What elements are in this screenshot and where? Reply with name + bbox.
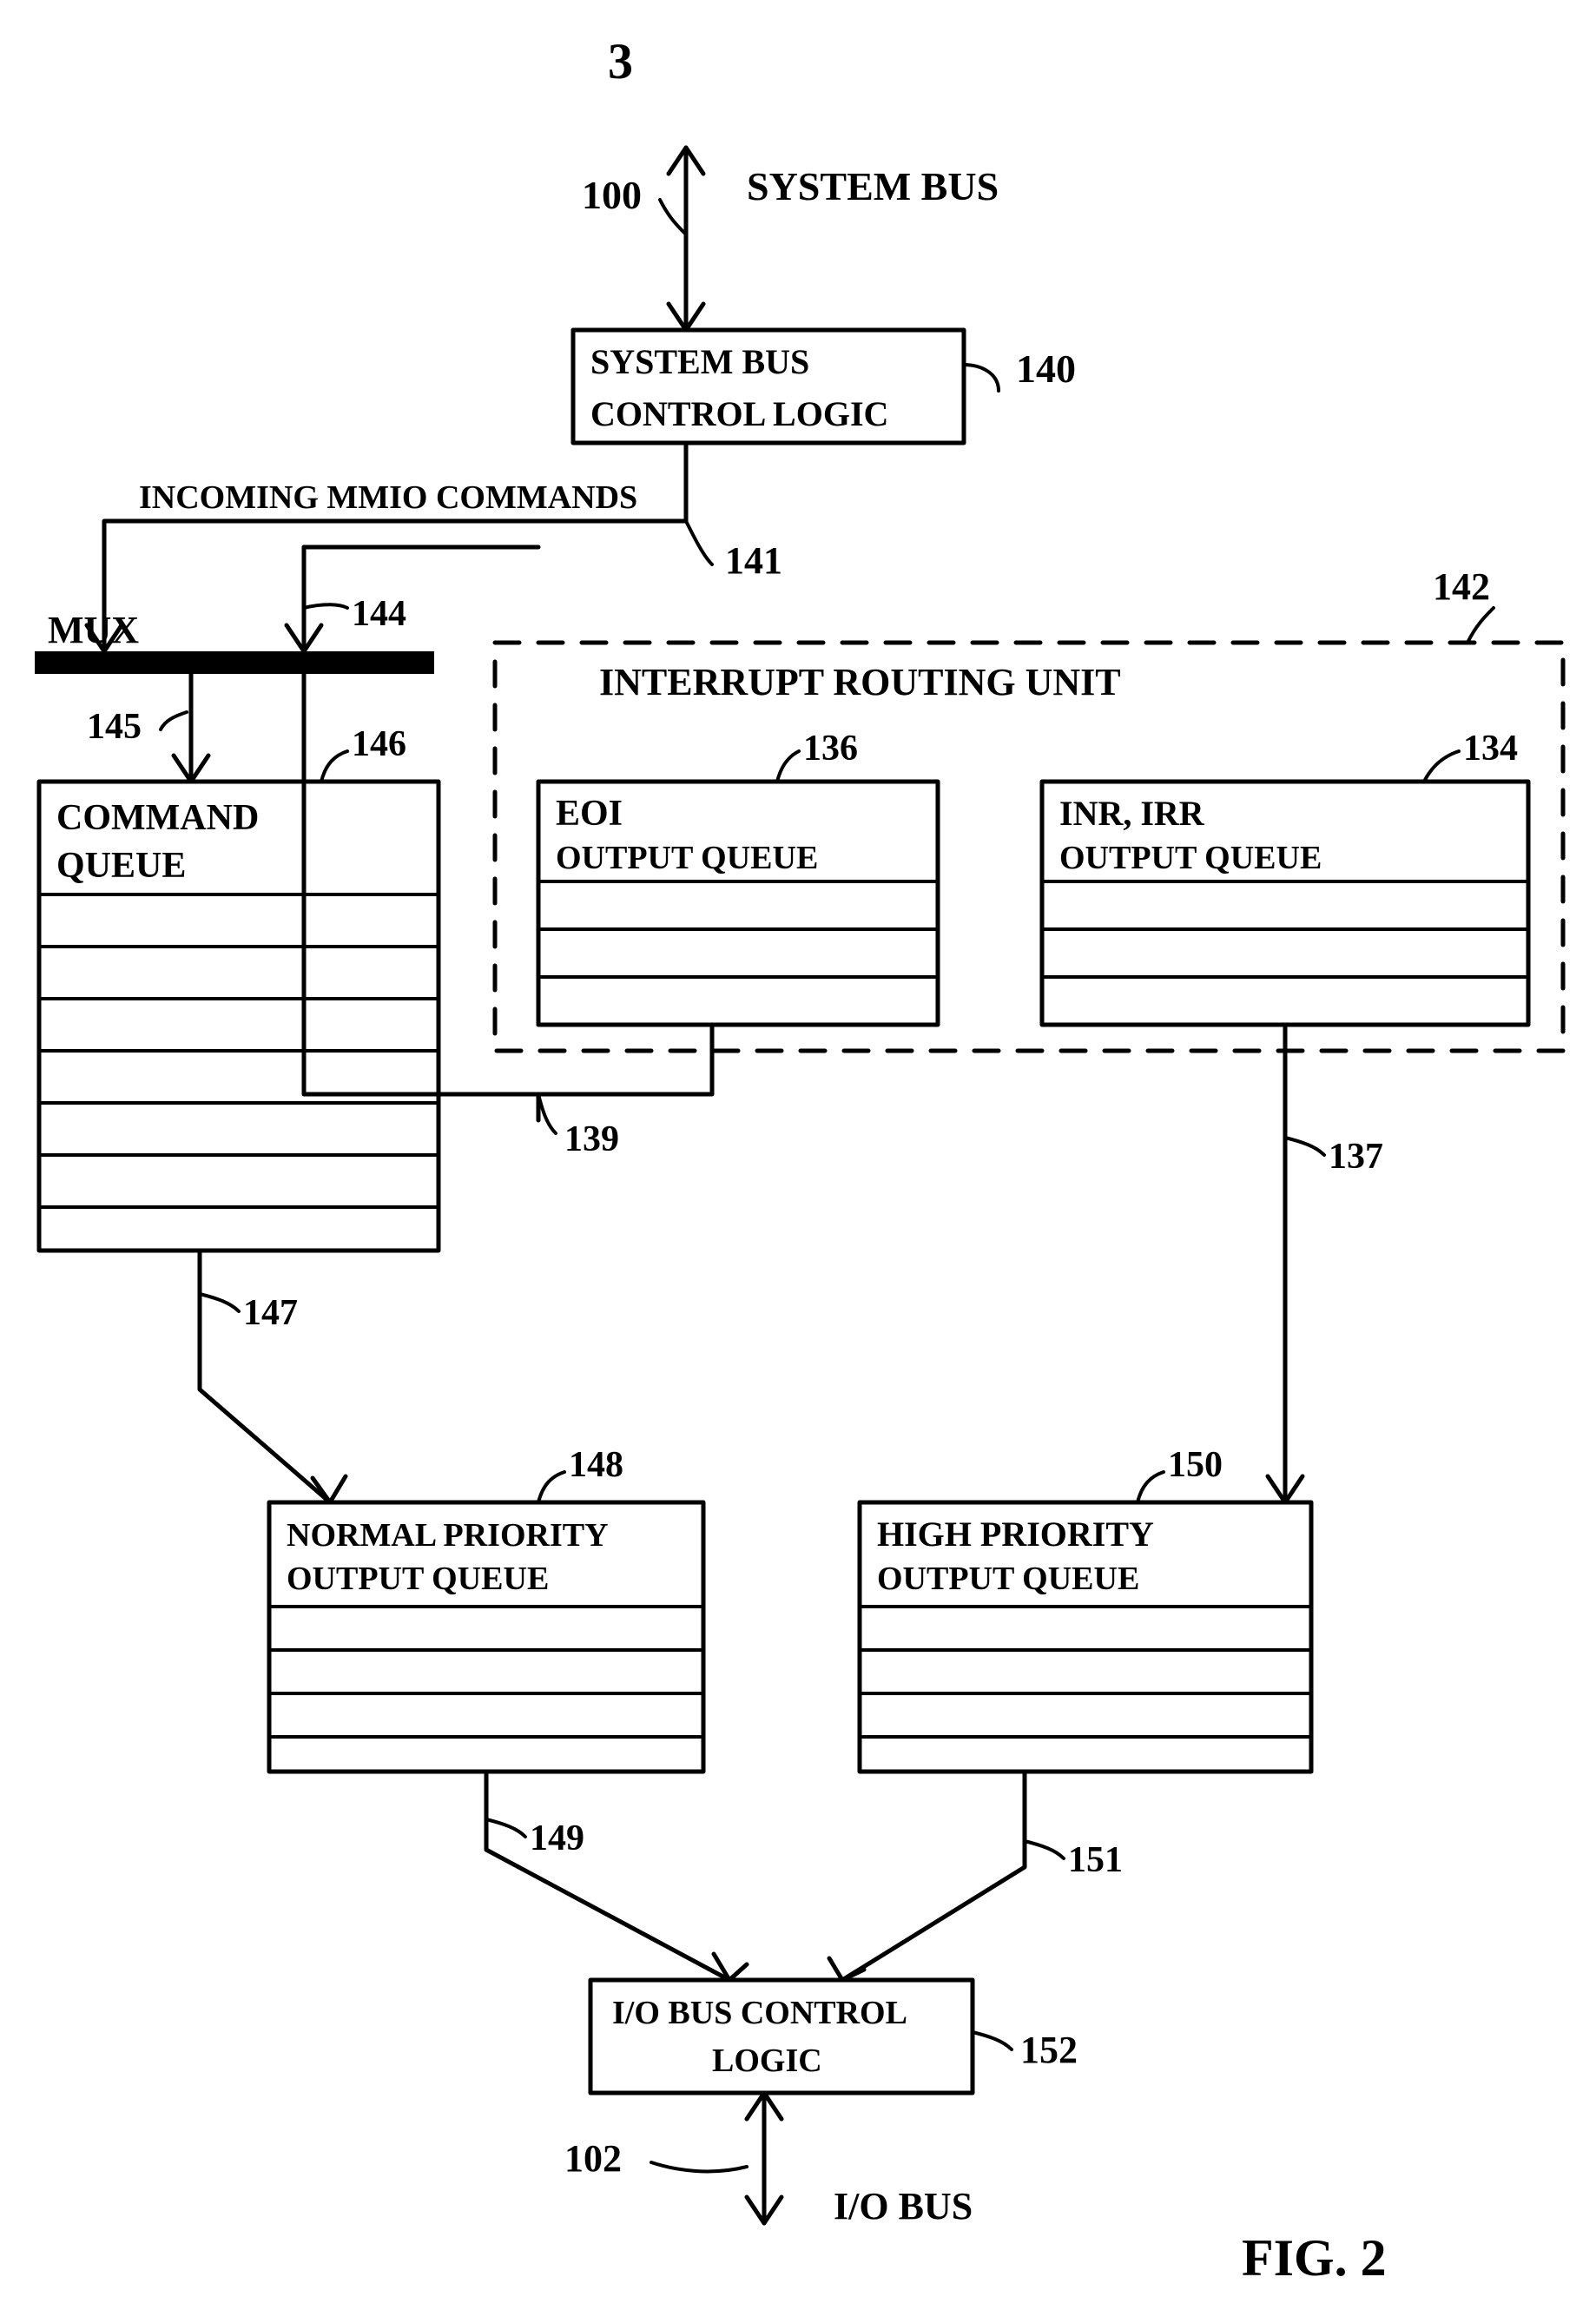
eoi-l1: EOI bbox=[556, 794, 623, 834]
ref-102: 102 bbox=[564, 2137, 622, 2180]
np-l1: NORMAL PRIORITY bbox=[287, 1517, 609, 1554]
ref-141: 141 bbox=[725, 539, 782, 582]
ref-150: 150 bbox=[1168, 1445, 1223, 1485]
np-l2: OUTPUT QUEUE bbox=[287, 1561, 549, 1597]
cq-l2: QUEUE bbox=[56, 846, 186, 886]
cq-l1: COMMAND bbox=[56, 798, 259, 838]
hp-l2: OUTPUT QUEUE bbox=[877, 1561, 1139, 1597]
ref-100: 100 bbox=[582, 173, 642, 217]
sbc-l1: SYSTEM BUS bbox=[590, 342, 809, 381]
ref-145: 145 bbox=[87, 707, 142, 747]
io-l1: I/O BUS CONTROL bbox=[612, 1995, 907, 2031]
iru-label: INTERRUPT ROUTING UNIT bbox=[599, 661, 1121, 703]
ref-148: 148 bbox=[569, 1445, 623, 1485]
incoming-label: INCOMING MMIO COMMANDS bbox=[139, 479, 637, 516]
page-number: 3 bbox=[608, 33, 633, 89]
mux-bar bbox=[35, 651, 434, 674]
ref-137: 137 bbox=[1329, 1137, 1383, 1177]
sbc-l2: CONTROL LOGIC bbox=[590, 394, 888, 433]
inr-l1: INR, IRR bbox=[1059, 794, 1205, 833]
eoi-l2: OUTPUT QUEUE bbox=[556, 840, 818, 876]
ref-136: 136 bbox=[803, 729, 858, 769]
figure-label: FIG. 2 bbox=[1242, 2229, 1387, 2287]
mux-label: MUX bbox=[48, 609, 139, 651]
ref-149: 149 bbox=[530, 1818, 584, 1858]
ref-142: 142 bbox=[1433, 565, 1490, 608]
ref-139: 139 bbox=[564, 1119, 619, 1159]
system-bus-label: SYSTEM BUS bbox=[747, 164, 999, 208]
ref-151: 151 bbox=[1068, 1840, 1123, 1880]
ref-140: 140 bbox=[1016, 346, 1076, 391]
ref-152: 152 bbox=[1020, 2029, 1078, 2071]
ref-147: 147 bbox=[243, 1293, 298, 1333]
ref-144: 144 bbox=[352, 594, 406, 634]
io-l2: LOGIC bbox=[712, 2043, 822, 2079]
inr-l2: OUTPUT QUEUE bbox=[1059, 840, 1322, 876]
io-bus-label: I/O BUS bbox=[834, 2185, 973, 2228]
ref-146: 146 bbox=[352, 724, 406, 764]
hp-l1: HIGH PRIORITY bbox=[877, 1515, 1154, 1554]
diagram-canvas: 3 SYSTEM BUS 100 SYSTEM BUS CONTROL LOGI… bbox=[0, 0, 1596, 2310]
ref-134: 134 bbox=[1463, 729, 1518, 769]
